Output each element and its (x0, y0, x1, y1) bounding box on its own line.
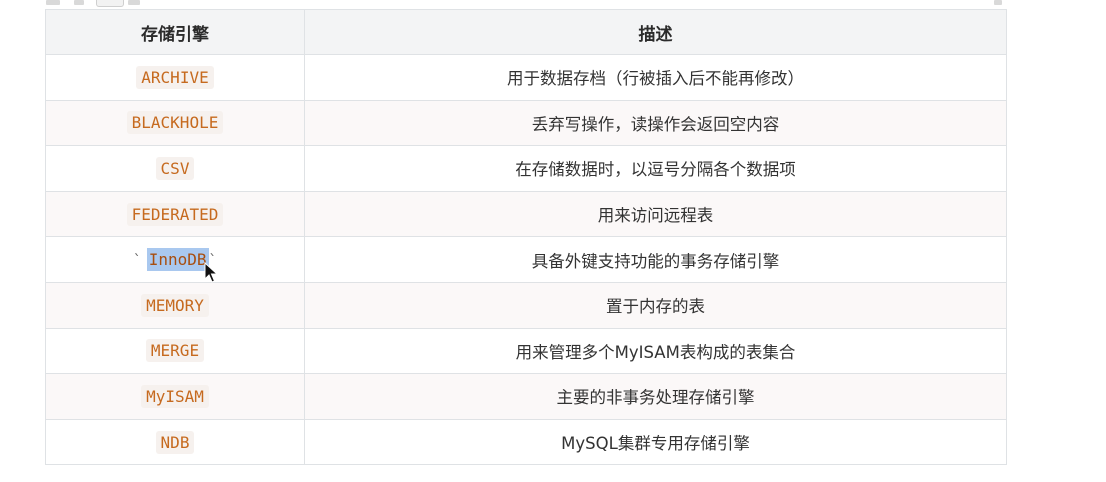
mouse-cursor-icon (204, 262, 218, 283)
engine-name-selected[interactable]: InnoDB (146, 248, 209, 272)
toolbar-icon[interactable] (128, 0, 140, 5)
engine-cell: BLACKHOLE (45, 99, 305, 147)
engine-cell: CSV (45, 145, 305, 192)
table-row: ARCHIVE 用于数据存档（行被插入后不能再修改） (45, 54, 1007, 101)
engine-name: BLACKHOLE (126, 111, 224, 135)
engine-name: ARCHIVE (136, 65, 214, 89)
engine-cell: MERGE (45, 327, 305, 375)
engine-name: MEMORY (141, 293, 209, 317)
description-cell: 具备外键支持功能的事务存储引擎 (304, 236, 1007, 283)
header-engine: 存储引擎 (45, 9, 305, 55)
description-cell: 用来访问远程表 (304, 190, 1007, 238)
toolbar-icon[interactable] (994, 0, 1002, 5)
engine-name: FEDERATED (126, 202, 224, 226)
engine-cell: NDB (45, 418, 305, 466)
backtick: ` (133, 253, 142, 270)
table-row: FEDERATED 用来访问远程表 (45, 190, 1007, 238)
table-row: MEMORY 置于内存的表 (45, 281, 1007, 329)
description-cell: 用来管理多个MyISAM表构成的表集合 (304, 327, 1007, 375)
engine-name: MERGE (145, 339, 205, 363)
table-row: NDB MySQL集群专用存储引擎 (45, 418, 1007, 466)
engine-name: CSV (155, 156, 195, 180)
table-row: MERGE 用来管理多个MyISAM表构成的表集合 (45, 327, 1007, 375)
table-row: CSV 在存储数据时，以逗号分隔各个数据项 (45, 145, 1007, 192)
table-row: BLACKHOLE 丢弃写操作，读操作会返回空内容 (45, 99, 1007, 147)
engine-cell: ` InnoDB ` (45, 236, 305, 283)
engine-cell: MEMORY (45, 281, 305, 329)
header-description: 描述 (304, 9, 1007, 55)
description-cell: MySQL集群专用存储引擎 (304, 418, 1007, 466)
engine-name: MyISAM (141, 384, 209, 408)
description-cell: 用于数据存档（行被插入后不能再修改） (304, 54, 1007, 101)
toolbar-icon[interactable] (74, 0, 84, 5)
description-cell: 丢弃写操作，读操作会返回空内容 (304, 99, 1007, 147)
engine-table-container: 存储引擎 描述 ARCHIVE 用于数据存档（行被插入后不能再修改） BLACK… (45, 9, 1007, 466)
engine-cell: FEDERATED (45, 190, 305, 238)
toolbar-button[interactable] (96, 0, 124, 7)
engine-cell: MyISAM (45, 373, 305, 420)
table-header-row: 存储引擎 描述 (45, 9, 1007, 55)
engine-name: NDB (155, 430, 195, 454)
toolbar-strip (0, 0, 1106, 8)
table-row: ` InnoDB ` 具备外键支持功能的事务存储引擎 (45, 236, 1007, 283)
table-row: MyISAM 主要的非事务处理存储引擎 (45, 373, 1007, 420)
toolbar-icon[interactable] (46, 0, 60, 5)
description-cell: 置于内存的表 (304, 281, 1007, 329)
storage-engine-table: 存储引擎 描述 ARCHIVE 用于数据存档（行被插入后不能再修改） BLACK… (45, 9, 1007, 466)
description-cell: 主要的非事务处理存储引擎 (304, 373, 1007, 420)
description-cell: 在存储数据时，以逗号分隔各个数据项 (304, 145, 1007, 192)
engine-cell: ARCHIVE (45, 54, 305, 101)
